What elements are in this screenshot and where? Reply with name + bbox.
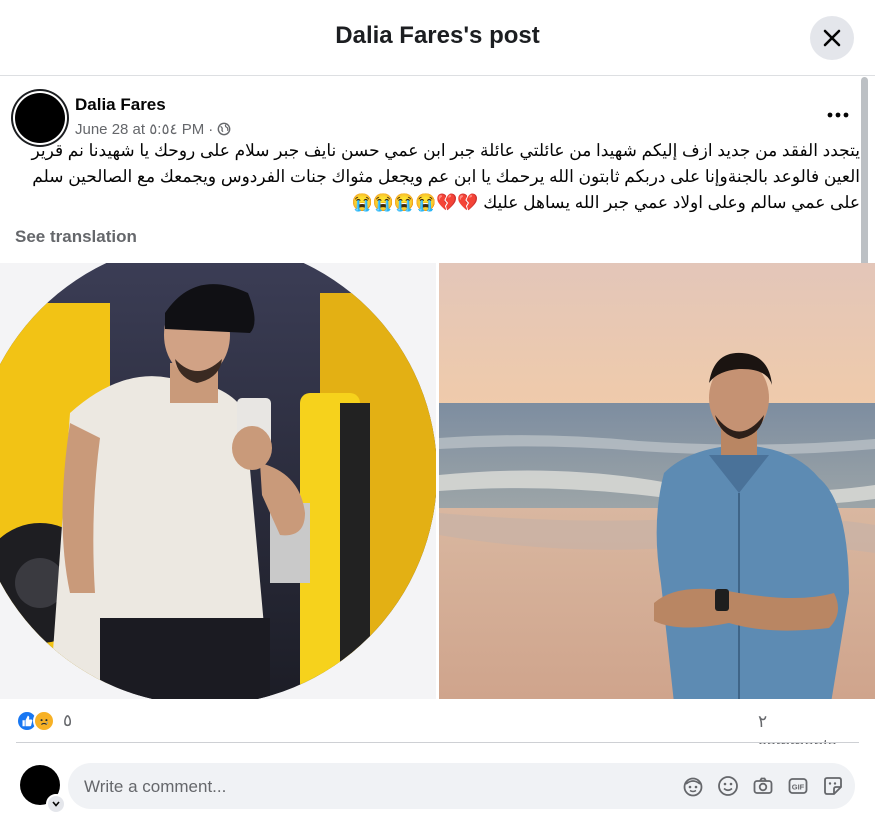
comment-tools: GIF: [681, 773, 845, 799]
camera-button[interactable]: [751, 773, 775, 799]
reactions-summary[interactable]: ٥: [16, 710, 72, 732]
meta-separator: ·: [208, 120, 214, 138]
sticker-button[interactable]: [821, 773, 845, 799]
globe-icon[interactable]: [217, 122, 231, 136]
avatar-sticker-icon: [683, 777, 703, 797]
close-icon: [823, 29, 841, 47]
emoji-button[interactable]: [716, 773, 740, 799]
more-options-button[interactable]: [823, 100, 853, 130]
emoji-icon: [718, 776, 738, 796]
reaction-count[interactable]: ٥: [63, 711, 72, 731]
beach-portrait-image: [439, 263, 875, 699]
post-photo-2[interactable]: [439, 263, 875, 699]
comment-box[interactable]: GIF: [68, 763, 855, 811]
more-icon: [827, 112, 849, 118]
post-photo-1[interactable]: [0, 263, 436, 699]
post-meta: June 28 at ٥:٥٤ PM ·: [75, 120, 231, 138]
author-name[interactable]: Dalia Fares: [75, 95, 166, 115]
camera-icon: [753, 777, 773, 794]
chevron-down-icon: [52, 801, 60, 807]
post-text: يتجدد الفقد من جديد ازف إليكم شهيدا من ع…: [31, 141, 860, 212]
avatar-sticker-button[interactable]: [681, 773, 705, 799]
close-button[interactable]: [810, 16, 854, 60]
dialog-header: Dalia Fares's post: [0, 0, 875, 76]
sad-face-icon: [40, 719, 48, 725]
gym-selfie-image: [0, 263, 436, 699]
post-date[interactable]: June 28 at ٥:٥٤ PM: [75, 120, 204, 138]
author-avatar[interactable]: [15, 93, 65, 143]
see-translation-link[interactable]: See translation: [15, 227, 137, 247]
gif-button[interactable]: GIF: [786, 773, 810, 799]
sticker-icon: [824, 777, 842, 795]
dialog-title: Dalia Fares's post: [335, 22, 540, 49]
comment-input[interactable]: [82, 763, 666, 811]
reactions-divider: [16, 742, 859, 743]
thumb-up-icon: [22, 715, 33, 727]
gif-icon: GIF: [788, 778, 808, 794]
sad-icon: [33, 710, 55, 732]
avatar-switch-button[interactable]: [46, 794, 66, 814]
svg-text:GIF: GIF: [792, 783, 805, 792]
